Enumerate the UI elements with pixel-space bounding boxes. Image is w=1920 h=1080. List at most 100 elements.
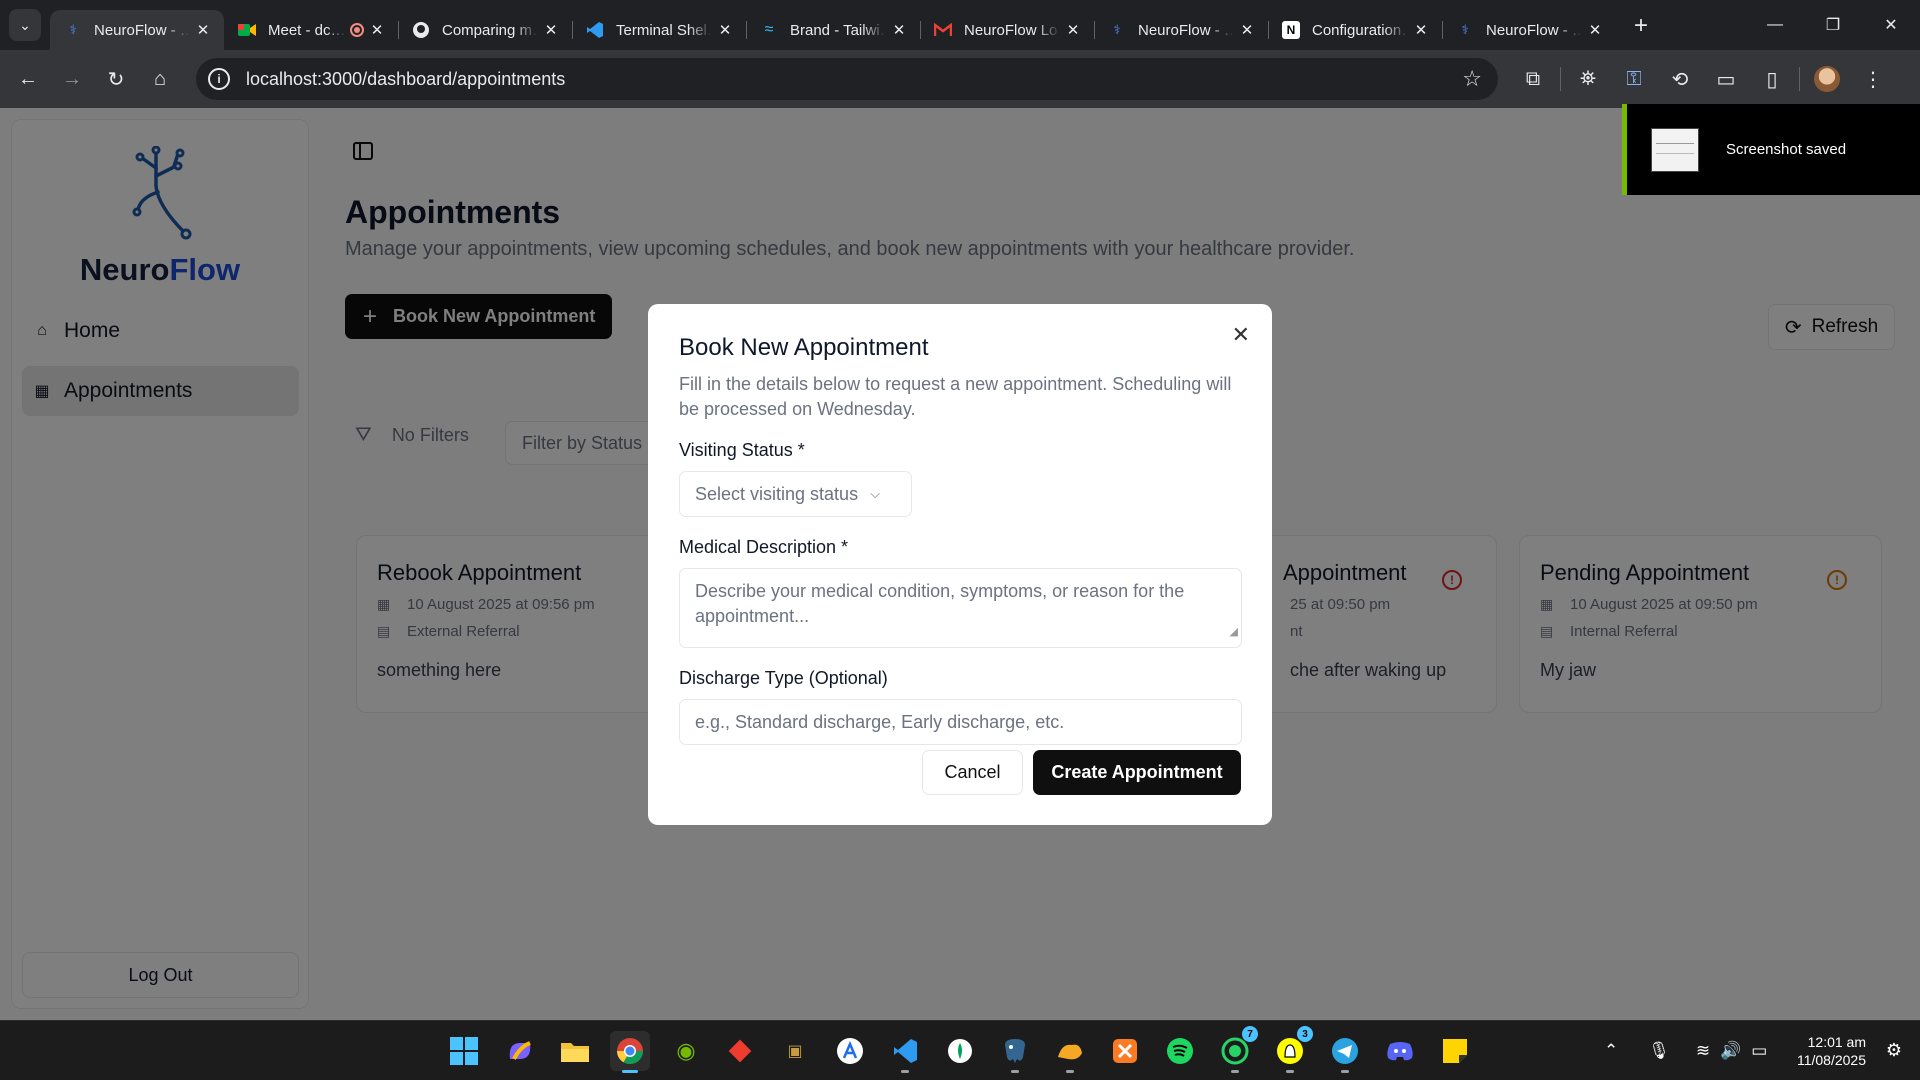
address-bar[interactable]: i localhost:3000/dashboard/appointments … [196, 58, 1498, 100]
tab-neuroflow-active[interactable]: ⚕ NeuroFlow - … ✕ [50, 10, 224, 50]
sticky-notes-icon[interactable] [1435, 1031, 1475, 1071]
extensions-icon[interactable]: ⧉ [1510, 68, 1556, 91]
tab-title: Terminal Shel… [616, 21, 712, 39]
postgresql-icon[interactable] [995, 1031, 1035, 1073]
forward-icon[interactable]: → [50, 59, 94, 99]
whatsapp-badge: 7 [1242, 1026, 1258, 1042]
password-key-icon[interactable]: ⚿ [1611, 68, 1657, 91]
new-tab-button[interactable]: + [1634, 12, 1648, 40]
more-menu-icon[interactable]: ⋮ [1850, 67, 1896, 92]
telegram-icon[interactable] [1325, 1031, 1365, 1073]
close-tab-icon[interactable]: ✕ [890, 21, 908, 39]
browser-tab-strip: ⌄ ⚕ NeuroFlow - … ✕ Meet - dc… ✕ Compari… [0, 0, 1920, 50]
tab-neuroflow-3[interactable]: ⚕ NeuroFlow - … ✕ [1442, 10, 1616, 50]
chrome-icon[interactable] [610, 1031, 650, 1073]
neuroflow-icon: ⚕ [1461, 22, 1469, 37]
close-tab-icon[interactable]: ✕ [542, 21, 560, 39]
close-window-icon[interactable]: ✕ [1862, 0, 1920, 50]
notion-icon: N [1282, 21, 1300, 39]
snapchat-icon[interactable]: 3 [1270, 1026, 1313, 1073]
google-meet-icon [238, 21, 256, 39]
windows-taskbar: ◉ ▣ 7 3 ⌃ 🎙 ≋ 🔊 ▭ 12:01 am 11/08/2025 ⚙ [0, 1020, 1920, 1080]
close-icon[interactable]: ✕ [1232, 322, 1250, 348]
git-icon[interactable] [720, 1031, 760, 1071]
github-icon [412, 21, 430, 39]
back-icon[interactable]: ← [6, 59, 50, 99]
reading-list-icon[interactable]: ▯ [1749, 67, 1795, 92]
url-text: localhost:3000/dashboard/appointments [246, 68, 566, 89]
file-explorer-icon[interactable] [555, 1031, 595, 1071]
toolbar-divider [1799, 67, 1800, 91]
spotify-icon[interactable] [1160, 1031, 1200, 1071]
bookmark-star-icon[interactable]: ☆ [1462, 66, 1482, 92]
create-appointment-button[interactable]: Create Appointment [1033, 750, 1241, 795]
medical-description-label: Medical Description * [679, 537, 849, 557]
copilot-icon[interactable] [500, 1031, 540, 1071]
medical-description-textarea[interactable]: Describe your medical condition, symptom… [679, 568, 1242, 648]
close-tab-icon[interactable]: ✕ [368, 21, 386, 39]
xampp-icon[interactable] [1105, 1031, 1145, 1071]
incognito-icon[interactable]: ⛯ [1565, 68, 1611, 91]
gmail-icon [934, 21, 952, 39]
battery-icon[interactable]: ▭ [1751, 1041, 1767, 1061]
mongodb-compass-icon[interactable] [940, 1031, 980, 1071]
discharge-type-placeholder: e.g., Standard discharge, Early discharg… [695, 711, 1065, 732]
tab-tailwind[interactable]: ≈ Brand - Tailwi… ✕ [746, 10, 920, 50]
snapchat-badge: 3 [1297, 1026, 1313, 1042]
clock-time: 12:01 am [1807, 1034, 1866, 1050]
close-tab-icon[interactable]: ✕ [1064, 21, 1082, 39]
discharge-type-input[interactable]: e.g., Standard discharge, Early discharg… [679, 699, 1242, 745]
history-icon[interactable]: ⟲ [1657, 67, 1703, 92]
taskbar-clock[interactable]: 12:01 am 11/08/2025 [1797, 1033, 1866, 1069]
cancel-button[interactable]: Cancel [922, 750, 1023, 795]
game-launcher-icon[interactable]: ▣ [775, 1031, 815, 1071]
visiting-status-label: Visiting Status * [679, 440, 805, 460]
chevron-down-icon: ⌵ [870, 486, 880, 501]
volume-icon[interactable]: 🔊 [1720, 1041, 1741, 1061]
profile-avatar[interactable] [1804, 66, 1850, 92]
screenshot-toast[interactable]: Screenshot saved [1622, 104, 1920, 195]
chevron-up-icon[interactable]: ⌃ [1604, 1041, 1618, 1061]
screenshot-thumbnail [1651, 127, 1699, 172]
vscode-taskbar-icon[interactable] [885, 1031, 925, 1073]
browser-toolbar: ← → ↻ ⌂ i localhost:3000/dashboard/appoi… [0, 50, 1920, 108]
notifications-icon[interactable]: ⚙ [1886, 1040, 1902, 1061]
visiting-status-select[interactable]: Select visiting status ⌵ [679, 471, 912, 517]
window-controls: — ❐ ✕ [1746, 0, 1920, 50]
insomnia-icon[interactable] [1050, 1031, 1090, 1073]
restore-icon[interactable]: ❐ [1804, 0, 1862, 50]
tab-title: Configuration… [1312, 21, 1408, 39]
close-tab-icon[interactable]: ✕ [1412, 21, 1430, 39]
tab-github[interactable]: Comparing m… ✕ [398, 10, 572, 50]
site-info-icon[interactable]: i [208, 68, 230, 90]
tab-notion[interactable]: N Configuration… ✕ [1268, 10, 1442, 50]
tab-neuroflow-2[interactable]: ⚕ NeuroFlow - … ✕ [1094, 10, 1268, 50]
windows-start-icon[interactable] [444, 1031, 484, 1071]
close-tab-icon[interactable]: ✕ [1238, 21, 1256, 39]
close-tab-icon[interactable]: ✕ [716, 21, 734, 39]
close-tab-icon[interactable]: ✕ [1586, 21, 1604, 39]
toolbar-actions: ⧉ ⛯ ⚿ ⟲ ▭ ▯ ⋮ [1510, 50, 1896, 108]
whatsapp-icon[interactable]: 7 [1215, 1026, 1258, 1073]
tab-title: NeuroFlow - … [1138, 21, 1234, 39]
wifi-icon[interactable]: ≋ [1696, 1041, 1710, 1061]
tab-title: Comparing m… [442, 21, 538, 39]
tab-gmail[interactable]: NeuroFlow Lo… ✕ [920, 10, 1094, 50]
app-store-icon[interactable] [830, 1031, 870, 1071]
microphone-icon[interactable]: 🎙 [1648, 1041, 1670, 1061]
tab-search-button[interactable]: ⌄ [9, 9, 41, 41]
tab-meet[interactable]: Meet - dc… ✕ [224, 10, 398, 50]
nvidia-icon[interactable]: ◉ [666, 1031, 706, 1071]
close-tab-icon[interactable]: ✕ [194, 21, 212, 39]
resize-handle-icon[interactable]: ◢ [1230, 620, 1238, 645]
discord-icon[interactable] [1380, 1031, 1420, 1071]
recording-icon [350, 23, 364, 37]
tab-vscode[interactable]: Terminal Shel… ✕ [572, 10, 746, 50]
home-button-icon[interactable]: ⌂ [138, 59, 182, 99]
reload-icon[interactable]: ↻ [94, 59, 138, 99]
minimize-icon[interactable]: — [1746, 0, 1804, 50]
devices-icon[interactable]: ▭ [1703, 67, 1749, 92]
vscode-icon [586, 21, 604, 39]
neuroflow-icon: ⚕ [1113, 22, 1121, 37]
clock-date: 11/08/2025 [1796, 1052, 1866, 1068]
